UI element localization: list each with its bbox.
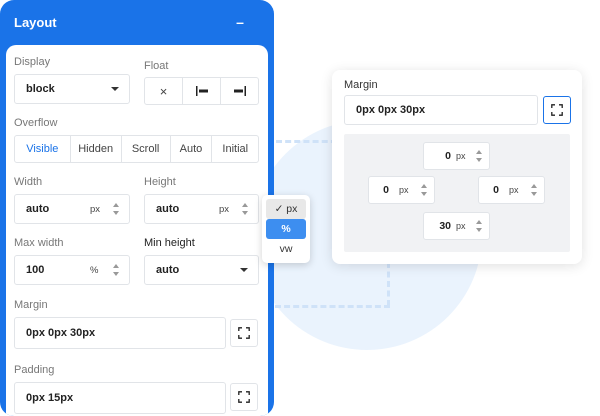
margin-right-unit[interactable]: px xyxy=(509,177,519,203)
display-value: block xyxy=(26,83,55,95)
overflow-toggle-group: Visible Hidden Scroll Auto Initial xyxy=(14,135,259,163)
width-unit-toggle[interactable]: px xyxy=(90,204,100,215)
display-label: Display xyxy=(14,56,51,68)
float-toggle-group: × xyxy=(144,77,259,105)
float-none-button[interactable]: × xyxy=(145,78,183,104)
chevron-down-icon xyxy=(240,268,248,272)
stepper-icon[interactable] xyxy=(113,203,121,215)
padding-expand-button[interactable] xyxy=(230,383,258,411)
margin-value: 0px 0px 30px xyxy=(26,327,96,339)
stepper-icon[interactable] xyxy=(421,184,429,196)
expand-icon xyxy=(551,104,563,116)
overflow-hidden-button[interactable]: Hidden xyxy=(71,136,122,162)
margin-box-model: 0 px 0 px 0 px 30 px xyxy=(344,134,570,252)
margin-left-input[interactable]: 0 px xyxy=(368,176,435,204)
margin-right-input[interactable]: 0 px xyxy=(478,176,545,204)
height-input[interactable]: auto px xyxy=(144,194,259,224)
margin-card-collapse-button[interactable] xyxy=(543,96,571,124)
max-width-unit-toggle[interactable]: % xyxy=(90,265,98,276)
connector-line xyxy=(387,262,390,306)
margin-top-input[interactable]: 0 px xyxy=(423,142,490,170)
overflow-label: Overflow xyxy=(14,117,58,129)
chevron-down-icon xyxy=(111,87,119,91)
panel-body: Display block Float × Overflow Visible H… xyxy=(6,45,268,416)
margin-editor-card: Margin 0px 0px 30px 0 px 0 px 0 px 30 px xyxy=(332,70,582,264)
align-right-icon xyxy=(233,86,246,96)
margin-left-value: 0 xyxy=(383,184,389,196)
margin-expand-button[interactable] xyxy=(230,319,258,347)
panel-header: Layout – xyxy=(0,0,274,44)
margin-input[interactable]: 0px 0px 30px xyxy=(14,317,226,349)
min-height-label: Min height xyxy=(144,237,195,249)
padding-input[interactable]: 0px 15px xyxy=(14,382,226,414)
close-icon: × xyxy=(159,83,168,99)
collapse-button[interactable]: – xyxy=(228,14,252,30)
width-input[interactable]: auto px xyxy=(14,194,130,224)
overflow-initial-button[interactable]: Initial xyxy=(212,136,258,162)
margin-card-label: Margin xyxy=(344,79,378,91)
margin-card-value: 0px 0px 30px xyxy=(356,104,426,116)
max-width-input[interactable]: 100 % xyxy=(14,255,130,285)
stepper-icon[interactable] xyxy=(476,150,484,162)
min-height-select[interactable]: auto xyxy=(144,255,259,285)
margin-bottom-input[interactable]: 30 px xyxy=(423,212,490,240)
stepper-icon[interactable] xyxy=(242,203,250,215)
padding-value: 0px 15px xyxy=(26,392,74,404)
unit-option-percent[interactable]: % xyxy=(266,219,306,239)
stepper-icon[interactable] xyxy=(113,264,121,276)
unit-dropdown-menu: ✓ px % vw xyxy=(262,195,310,263)
panel-title: Layout xyxy=(14,14,57,30)
expand-icon xyxy=(238,391,250,403)
padding-label: Padding xyxy=(14,364,55,376)
margin-card-input[interactable]: 0px 0px 30px xyxy=(344,95,538,125)
margin-label: Margin xyxy=(14,299,48,311)
stepper-icon[interactable] xyxy=(531,184,539,196)
align-left-icon xyxy=(195,86,208,96)
stepper-icon[interactable] xyxy=(476,220,484,232)
overflow-visible-button[interactable]: Visible xyxy=(15,136,71,162)
float-label: Float xyxy=(144,60,169,72)
height-label: Height xyxy=(144,176,176,188)
margin-top-unit[interactable]: px xyxy=(456,143,466,169)
float-left-button[interactable] xyxy=(183,78,221,104)
width-label: Width xyxy=(14,176,43,188)
layout-panel: Layout – Display block Float × Overflow … xyxy=(0,0,274,416)
height-unit-toggle[interactable]: px xyxy=(219,204,229,215)
margin-top-value: 0 xyxy=(445,150,451,162)
margin-bottom-unit[interactable]: px xyxy=(456,213,466,239)
max-width-value: 100 xyxy=(26,264,45,276)
float-right-button[interactable] xyxy=(221,78,258,104)
overflow-auto-button[interactable]: Auto xyxy=(171,136,213,162)
expand-icon xyxy=(238,327,250,339)
margin-right-value: 0 xyxy=(493,184,499,196)
width-value: auto xyxy=(26,203,50,215)
display-select[interactable]: block xyxy=(14,74,130,104)
connector-line xyxy=(275,305,390,308)
height-value: auto xyxy=(156,203,180,215)
min-height-value: auto xyxy=(156,264,180,276)
margin-left-unit[interactable]: px xyxy=(399,177,409,203)
unit-option-vw[interactable]: vw xyxy=(266,239,306,259)
margin-bottom-value: 30 xyxy=(439,220,451,232)
unit-option-px[interactable]: ✓ px xyxy=(266,199,306,219)
max-width-label: Max width xyxy=(14,237,64,249)
overflow-scroll-button[interactable]: Scroll xyxy=(122,136,171,162)
